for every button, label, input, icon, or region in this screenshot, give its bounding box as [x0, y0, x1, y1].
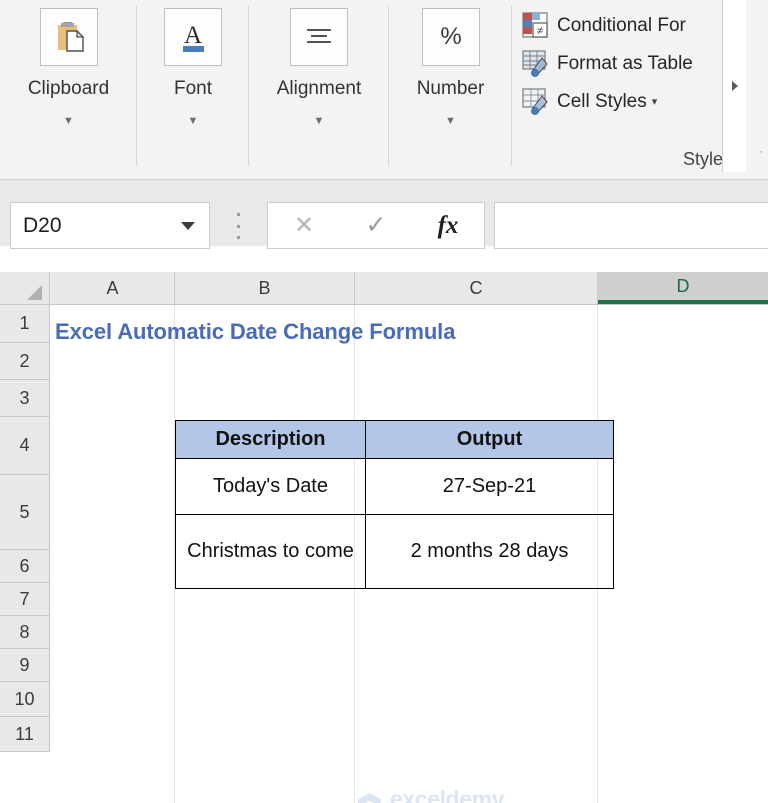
column-header-b[interactable]: B	[175, 272, 355, 304]
font-letter-a-icon[interactable]: A	[164, 8, 222, 66]
row-header-9[interactable]: 9	[0, 649, 50, 682]
cell-christmas-label: Christmas to come	[175, 514, 366, 589]
row-header-6[interactable]: 6	[0, 550, 50, 583]
sheet-title-cell: Excel Automatic Date Change Formula	[55, 319, 456, 344]
name-box-value: D20	[23, 213, 62, 237]
alignment-center-icon[interactable]	[290, 8, 348, 66]
ribbon-overflow-arrow-icon	[731, 81, 738, 91]
enter-icon[interactable]: ✓	[345, 213, 407, 238]
row-header-11[interactable]: 11	[0, 717, 50, 752]
svg-text:≠: ≠	[537, 25, 543, 37]
row-header-10[interactable]: 10	[0, 682, 50, 717]
ribbon-group-label-number: Number	[416, 78, 485, 99]
ribbon-group-clipboard[interactable]: Clipboard ▼	[0, 0, 137, 178]
alignment-dropdown-caret-icon[interactable]: ▼	[314, 116, 325, 127]
conditional-formatting-button[interactable]: ≠ Conditional For	[512, 6, 744, 44]
formula-bar-handle[interactable]	[234, 213, 242, 239]
column-header-a[interactable]: A	[51, 272, 175, 304]
table-header-description: Description	[175, 420, 366, 459]
conditional-formatting-icon: ≠	[520, 10, 550, 40]
cell-area[interactable]: Excel Automatic Date Change Formula Desc…	[51, 305, 768, 803]
row-header-3[interactable]: 3	[0, 380, 50, 417]
watermark-name: exceldemy	[390, 786, 505, 803]
ribbon-right-edge: ·	[746, 0, 768, 172]
table-row: Today's Date 27-Sep-21	[175, 458, 614, 515]
format-as-table-icon	[520, 48, 550, 78]
name-box[interactable]: D20	[10, 202, 210, 249]
formula-bar-buttons: ✕ ✓ fx	[267, 202, 485, 249]
conditional-formatting-label: Conditional For	[557, 14, 686, 36]
ribbon-group-styles: ≠ Conditional For Format as Table Cell S…	[512, 0, 744, 178]
ribbon-group-label-font: Font	[173, 78, 213, 99]
ribbon-group-label-clipboard: Clipboard	[27, 78, 110, 99]
column-headers: A B C D	[0, 272, 768, 305]
font-dropdown-caret-icon[interactable]: ▼	[188, 116, 199, 127]
select-all-triangle-icon	[27, 285, 42, 300]
ribbon-edge-marker-icon: ·	[759, 146, 763, 158]
ribbon-group-alignment[interactable]: Alignment ▼	[249, 0, 389, 178]
cell-styles-label: Cell Styles	[557, 90, 647, 112]
cell-today-value: 27-Sep-21	[365, 458, 614, 515]
formula-input[interactable]	[494, 202, 768, 249]
cell-styles-button[interactable]: Cell Styles ▾	[512, 82, 744, 120]
svg-text:A: A	[184, 22, 202, 49]
exceldemy-watermark: exceldemy EXCEL · DATA · BI	[356, 788, 504, 803]
cell-styles-caret-icon[interactable]: ▾	[652, 95, 658, 108]
ribbon-group-font[interactable]: A Font ▼	[137, 0, 249, 178]
format-as-table-button[interactable]: Format as Table	[512, 44, 744, 82]
ribbon: Clipboard ▼ A Font ▼ Alignment ▼ % Numbe…	[0, 0, 768, 180]
cell-today-label: Today's Date	[175, 458, 366, 515]
column-header-d[interactable]: D	[598, 272, 768, 304]
column-header-c[interactable]: C	[355, 272, 598, 304]
select-all-corner-button[interactable]	[0, 272, 50, 304]
clipboard-dropdown-caret-icon[interactable]: ▼	[63, 116, 74, 127]
format-as-table-label: Format as Table	[557, 52, 693, 74]
spreadsheet-grid: A B C D 1 2 3 4 5 6 7 8 9 10 11 Excel Au…	[0, 272, 768, 803]
name-box-chevron-down-icon[interactable]	[181, 221, 195, 230]
table-header-output: Output	[365, 420, 614, 459]
ribbon-group-number[interactable]: % Number ▼	[389, 0, 512, 178]
cell-styles-icon	[520, 86, 550, 116]
ribbon-group-label-alignment: Alignment	[276, 78, 362, 99]
row-header-5[interactable]: 5	[0, 475, 50, 550]
percent-icon[interactable]: %	[421, 8, 480, 66]
cancel-icon[interactable]: ✕	[273, 213, 335, 238]
row-headers: 1 2 3 4 5 6 7 8 9 10 11	[0, 305, 50, 752]
number-dropdown-caret-icon[interactable]: ▼	[445, 116, 456, 127]
row-header-4[interactable]: 4	[0, 417, 50, 475]
data-table: Description Output Today's Date 27-Sep-2…	[175, 420, 614, 589]
ribbon-overflow-button[interactable]	[722, 0, 747, 172]
clipboard-icon[interactable]	[39, 8, 98, 66]
row-header-1[interactable]: 1	[0, 305, 50, 343]
svg-text:%: %	[440, 23, 461, 50]
insert-function-icon[interactable]: fx	[417, 213, 479, 238]
ribbon-groups: Clipboard ▼ A Font ▼ Alignment ▼ % Numbe…	[0, 0, 744, 178]
cell-christmas-value: 2 months 28 days	[365, 514, 614, 589]
row-header-8[interactable]: 8	[0, 616, 50, 649]
row-header-7[interactable]: 7	[0, 583, 50, 616]
row-header-2[interactable]: 2	[0, 343, 50, 380]
exceldemy-logo-icon	[356, 792, 383, 803]
table-header-row: Description Output	[175, 420, 614, 459]
table-row: Christmas to come 2 months 28 days	[175, 514, 614, 589]
